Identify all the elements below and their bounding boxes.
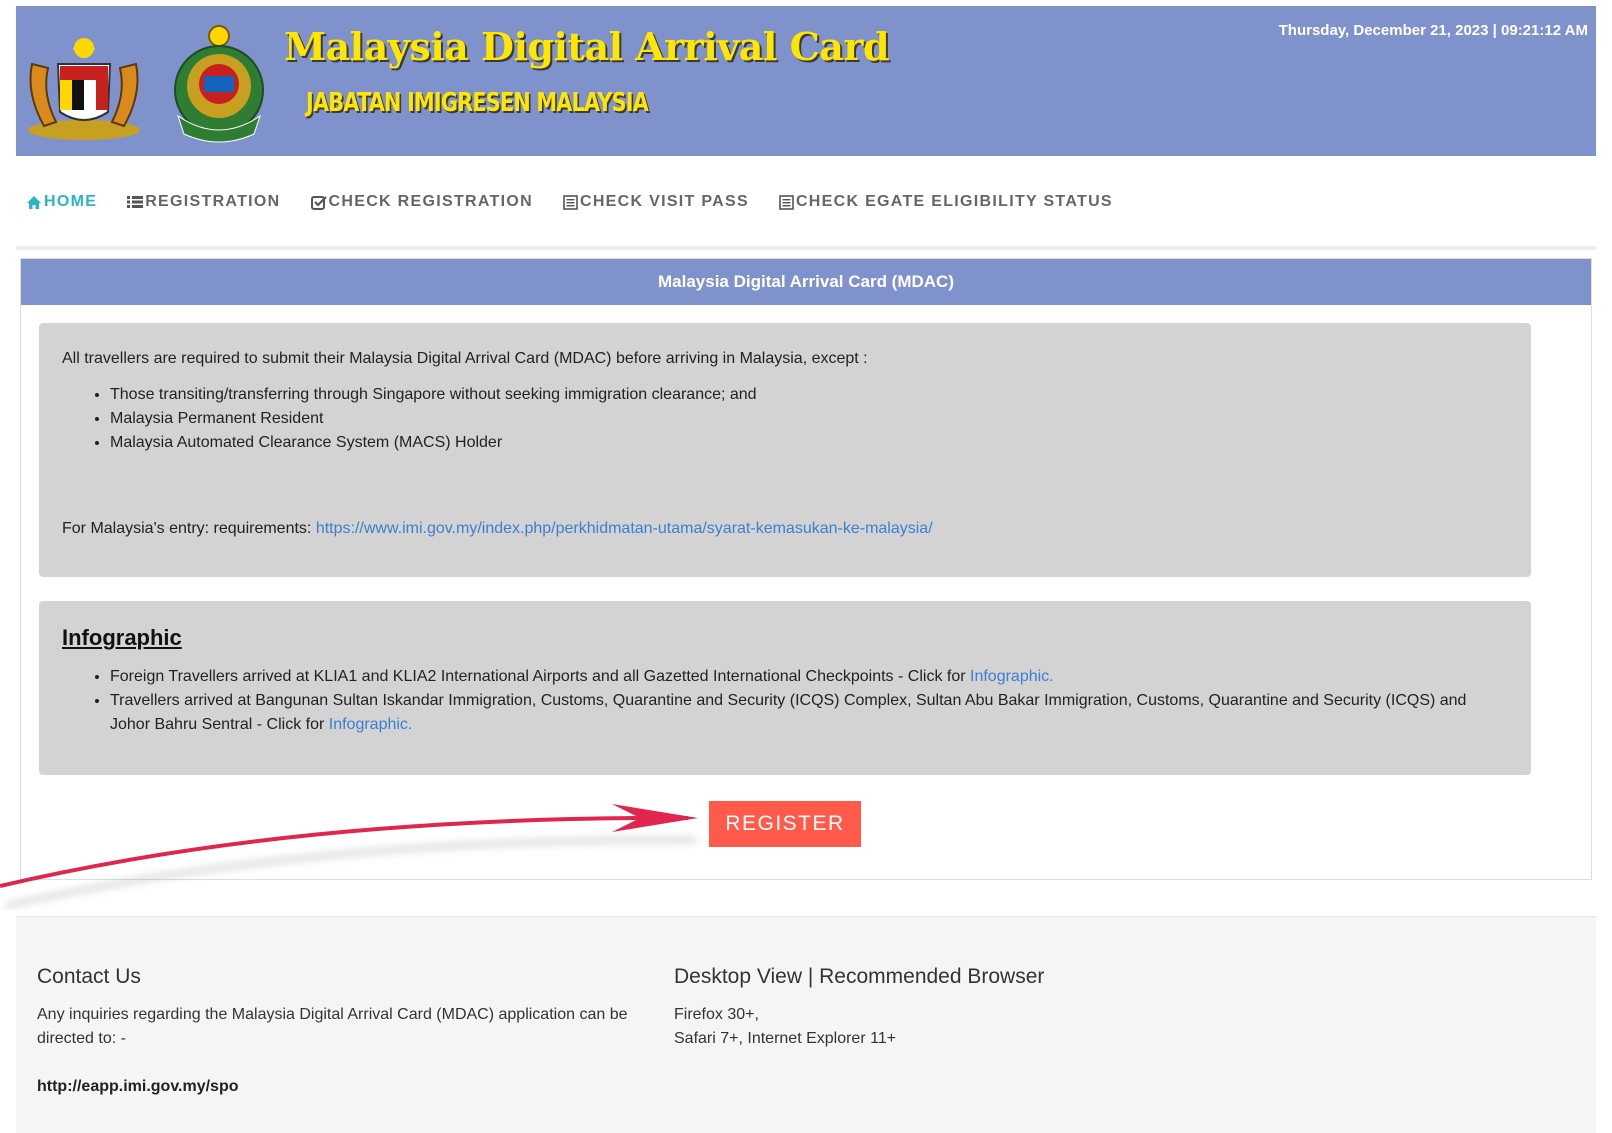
list-item: Foreign Travellers arrived at KLIA1 and … [110, 665, 1508, 689]
nav-divider [16, 246, 1596, 250]
nav-item-label: REGISTRATION [145, 193, 281, 210]
browser-title: Desktop View | Recommended Browser [674, 965, 1045, 988]
contact-link[interactable]: http://eapp.imi.gov.my/spo [37, 1075, 239, 1099]
exceptions-list: Those transiting/transferring through Si… [110, 383, 1508, 455]
main-navigation: HOME REGISTRATION CHECK REGISTRATION CHE… [16, 180, 1596, 224]
contact-title: Contact Us [37, 965, 141, 988]
browser-text: Firefox 30+, Safari 7+, Internet Explore… [674, 1003, 1174, 1051]
footer: Contact Us Any inquiries regarding the M… [16, 916, 1596, 1133]
nav-item-registration[interactable]: REGISTRATION [127, 193, 280, 211]
browser-line-1: Firefox 30+, [674, 1006, 759, 1023]
list-item: Malaysia Permanent Resident [110, 407, 1508, 431]
list-item: Travellers arrived at Bangunan Sultan Is… [110, 689, 1508, 737]
nav-item-home[interactable]: HOME [26, 193, 97, 211]
intro-text: All travellers are required to submit th… [62, 350, 868, 367]
nav-item-check-registration[interactable]: CHECK REGISTRATION [310, 193, 533, 211]
malaysia-coat-of-arms-logo [28, 38, 140, 140]
document-icon [779, 194, 794, 210]
header-banner: Malaysia Digital Arrival Card JABATAN IM… [16, 6, 1596, 156]
list-item: Malaysia Automated Clearance System (MAC… [110, 431, 1508, 455]
requirements-link[interactable]: https://www.imi.gov.my/index.php/perkhid… [316, 520, 933, 537]
requirements-line: For Malaysia's entry: requirements: http… [62, 517, 933, 541]
home-icon [27, 195, 41, 209]
current-datetime: Thursday, December 21, 2023 | 09:21:12 A… [1278, 22, 1588, 39]
immigration-department-emblem-logo [174, 25, 264, 143]
document-icon [563, 194, 578, 210]
register-button[interactable]: REGISTER [709, 801, 861, 847]
infographic-title: Infographic [62, 625, 182, 650]
check-square-icon [310, 195, 327, 210]
list-item-text: Foreign Travellers arrived at KLIA1 and … [110, 668, 970, 685]
browser-line-2: Safari 7+, Internet Explorer 11+ [674, 1030, 897, 1047]
nav-item-check-egate-eligibility[interactable]: CHECK EGATE ELIGIBILITY STATUS [779, 193, 1113, 211]
nav-item-label: CHECK EGATE ELIGIBILITY STATUS [795, 193, 1113, 210]
mdac-panel: Malaysia Digital Arrival Card (MDAC) All… [20, 258, 1592, 880]
nav-item-label: CHECK VISIT PASS [579, 193, 749, 210]
nav-item-label: HOME [44, 193, 98, 210]
list-item-text: Travellers arrived at Bangunan Sultan Is… [110, 692, 1467, 733]
requirements-label: For Malaysia's entry: requirements: [62, 520, 312, 537]
infographic-link-johor[interactable]: Infographic. [329, 716, 413, 733]
infographic-box: Infographic Foreign Travellers arrived a… [39, 601, 1531, 775]
panel-title: Malaysia Digital Arrival Card (MDAC) [21, 259, 1591, 305]
site-title: Malaysia Digital Arrival Card [284, 24, 890, 69]
list-item: Those transiting/transferring through Si… [110, 383, 1508, 407]
nav-item-check-visit-pass[interactable]: CHECK VISIT PASS [563, 193, 749, 211]
requirements-box: All travellers are required to submit th… [39, 323, 1531, 577]
site-subtitle: JABATAN IMIGRESEN MALAYSIA [306, 88, 649, 118]
infographic-link-klia[interactable]: Infographic. [970, 668, 1054, 685]
contact-text: Any inquiries regarding the Malaysia Dig… [37, 1006, 628, 1047]
nav-item-label: CHECK REGISTRATION [328, 193, 533, 210]
infographic-list: Foreign Travellers arrived at KLIA1 and … [110, 665, 1508, 737]
list-icon [127, 196, 144, 208]
